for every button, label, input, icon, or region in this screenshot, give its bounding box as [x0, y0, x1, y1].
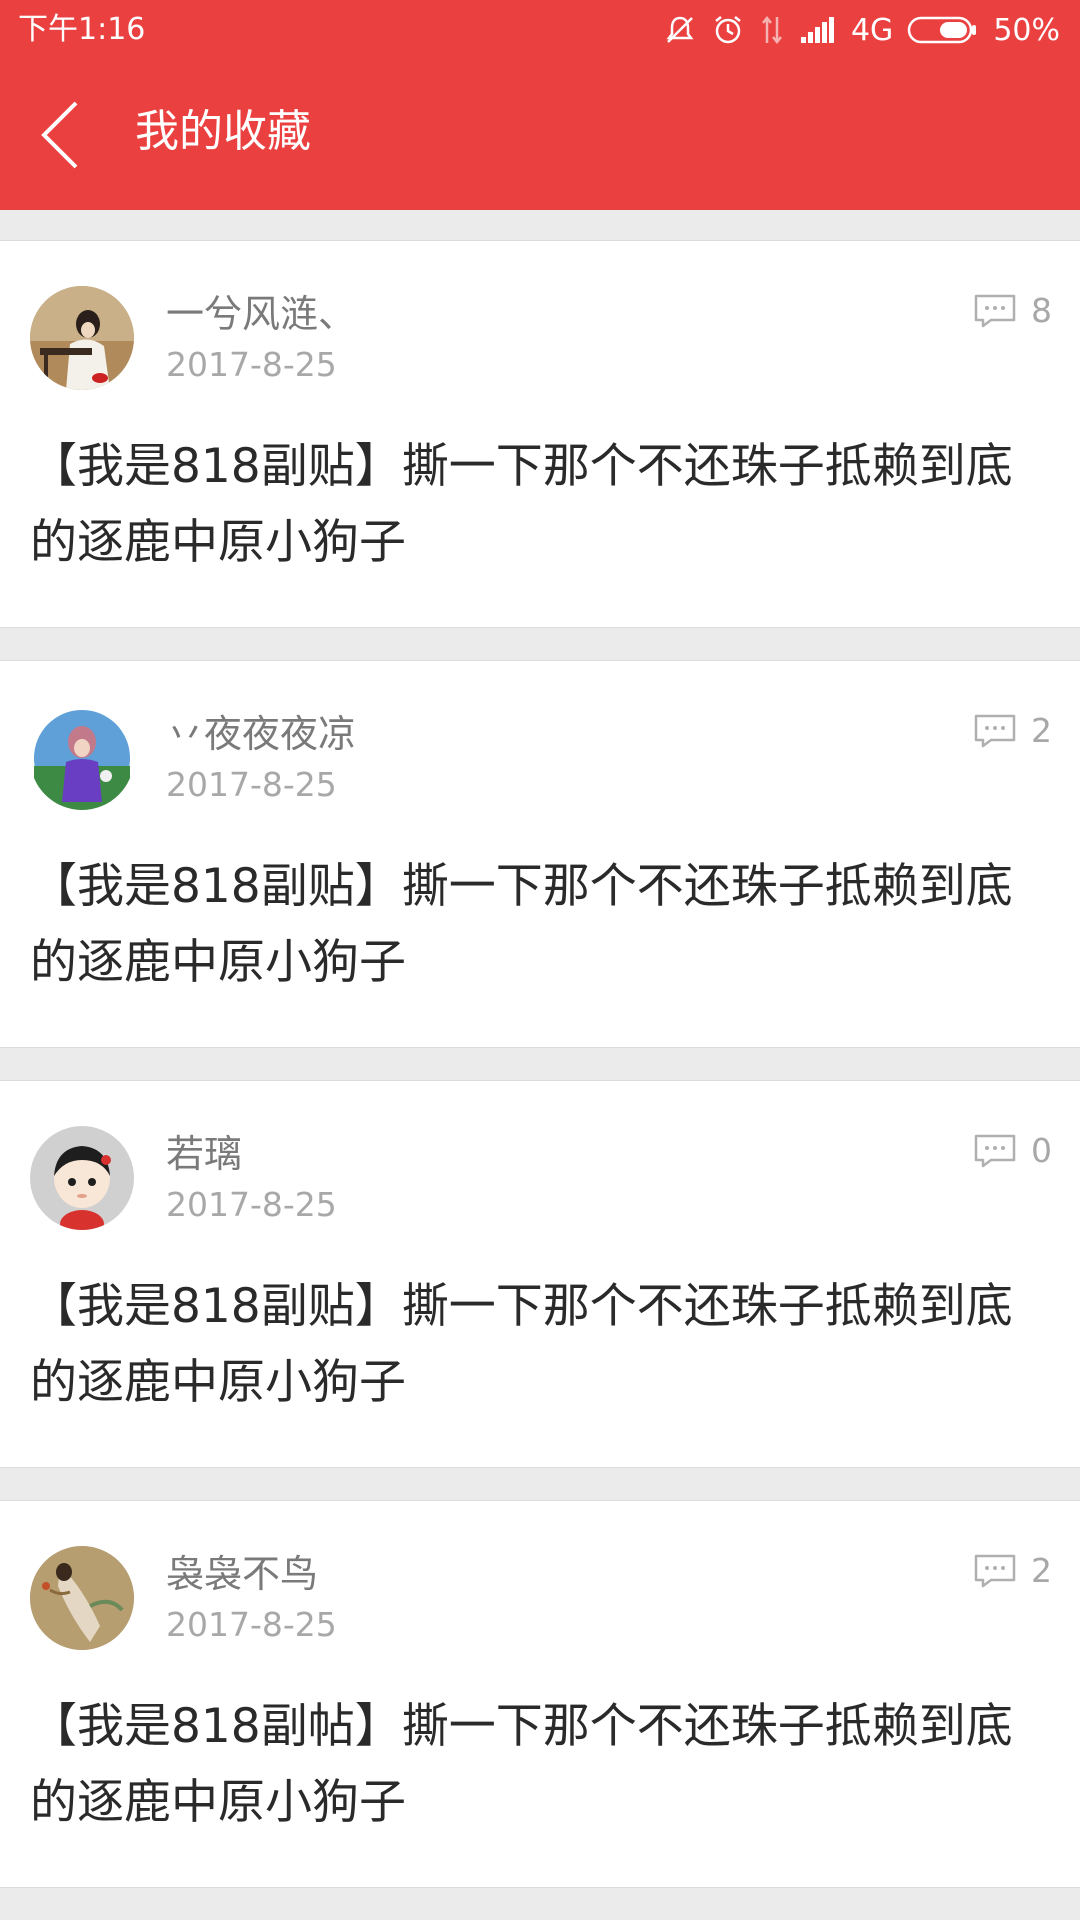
comment-count-value: 0 [1031, 1131, 1052, 1170]
signal-icon [799, 15, 837, 45]
comment-icon [974, 1134, 1016, 1167]
comment-count: 2 [973, 1551, 1052, 1590]
nav-bar: 我的收藏 [0, 60, 1080, 210]
app-header: 下午1:16 4G 50% 我的收藏 [0, 0, 1080, 210]
comment-icon [974, 294, 1016, 327]
comment-count: 8 [973, 291, 1052, 330]
post-date: 2017-8-25 [166, 765, 337, 804]
post-date: 2017-8-25 [166, 1185, 337, 1224]
favorite-item[interactable]: 若璃 2017-8-25 0 【我是818副贴】撕一下那个不还珠子抵赖到底的逐鹿… [0, 1080, 1080, 1468]
page-title: 我的收藏 [135, 106, 311, 157]
favorite-item[interactable]: 一兮风涟、 2017-8-25 8 【我是818副贴】撕一下那个不还珠子抵赖到底… [0, 240, 1080, 628]
comment-count-value: 8 [1031, 291, 1052, 330]
battery-percent: 50% [993, 12, 1060, 48]
mute-icon [663, 13, 697, 47]
status-time: 下午1:16 [18, 12, 146, 47]
comment-count-value: 2 [1031, 711, 1052, 750]
back-chevron-icon [41, 101, 78, 169]
avatar[interactable] [30, 1546, 134, 1650]
avatar[interactable] [30, 286, 134, 390]
post-date: 2017-8-25 [166, 345, 337, 384]
avatar[interactable] [30, 706, 134, 810]
data-arrows-icon [759, 13, 785, 47]
alarm-icon [711, 13, 745, 47]
username[interactable]: 若璃 [166, 1129, 242, 1179]
post-date: 2017-8-25 [166, 1605, 337, 1644]
username[interactable]: 一兮风涟、 [166, 289, 356, 339]
post-title: 【我是818副帖】撕一下那个不还珠子抵赖到底的逐鹿中原小狗子 [30, 1699, 1013, 1830]
status-icons: 4G 50% [663, 10, 1060, 50]
comment-count: 2 [973, 711, 1052, 750]
comment-count-value: 2 [1031, 1551, 1052, 1590]
post-title: 【我是818副贴】撕一下那个不还珠子抵赖到底的逐鹿中原小狗子 [30, 439, 1013, 570]
post-title: 【我是818副贴】撕一下那个不还珠子抵赖到底的逐鹿中原小狗子 [30, 859, 1013, 990]
back-button[interactable] [30, 95, 90, 175]
username[interactable]: 袅袅不鸟 [166, 1549, 318, 1599]
status-bar: 下午1:16 4G 50% [0, 0, 1080, 60]
post-title: 【我是818副贴】撕一下那个不还珠子抵赖到底的逐鹿中原小狗子 [30, 1279, 1013, 1410]
favorite-item[interactable]: 丷夜夜夜凉 2017-8-25 2 【我是818副贴】撕一下那个不还珠子抵赖到底… [0, 660, 1080, 1048]
comment-icon [974, 714, 1016, 747]
favorite-item[interactable]: 袅袅不鸟 2017-8-25 2 【我是818副帖】撕一下那个不还珠子抵赖到底的… [0, 1500, 1080, 1888]
favorites-list: 一兮风涟、 2017-8-25 8 【我是818副贴】撕一下那个不还珠子抵赖到底… [0, 240, 1080, 1920]
comment-count: 0 [973, 1131, 1052, 1170]
comment-icon [974, 1554, 1016, 1587]
battery-icon [907, 15, 979, 45]
avatar[interactable] [30, 1126, 134, 1230]
network-label: 4G [850, 12, 894, 48]
username[interactable]: 丷夜夜夜凉 [166, 709, 356, 759]
